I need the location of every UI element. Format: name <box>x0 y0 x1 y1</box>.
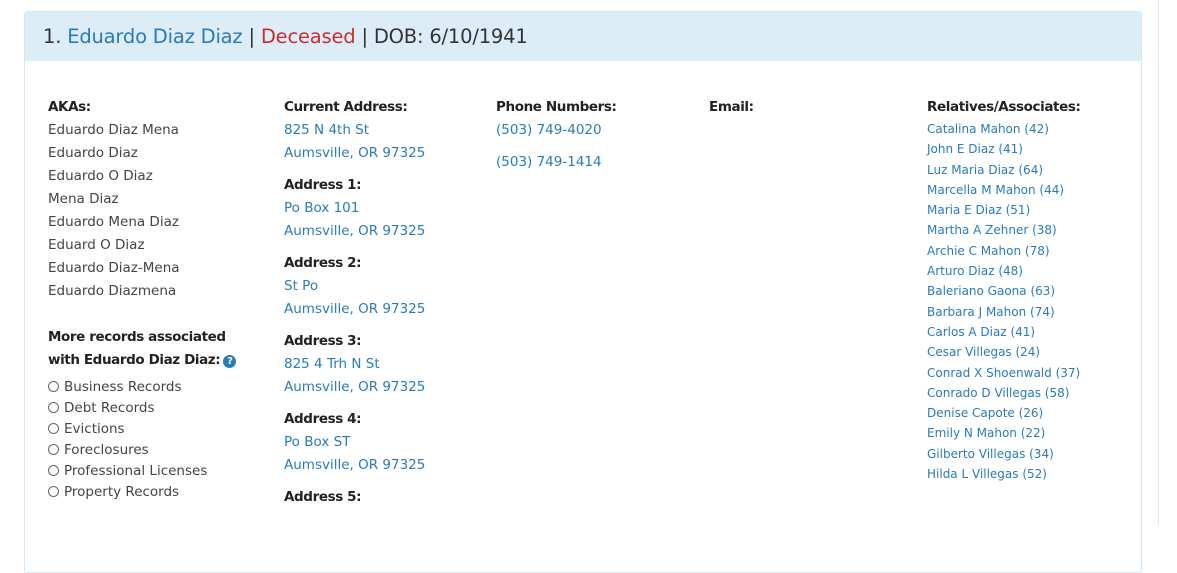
more-records-label: with Eduardo Diaz Diaz:? <box>48 349 248 372</box>
address-city[interactable]: Aumsville, OR 97325 <box>284 298 484 321</box>
address-label: Address 3: <box>284 333 362 349</box>
relative-link[interactable]: Hilda L Villegas (52) <box>927 464 1127 484</box>
page-divider <box>1158 0 1159 525</box>
aka-item: Eduardo Mena Diaz <box>48 214 179 230</box>
record-option-label: Business Records <box>64 379 182 395</box>
record-option-business[interactable]: Business Records <box>48 376 248 399</box>
record-option-label: Foreclosures <box>64 442 149 458</box>
person-name-link[interactable]: Eduardo Diaz Diaz <box>67 25 242 48</box>
radio-icon <box>48 381 59 392</box>
address-label: Address 5: <box>284 489 362 505</box>
relative-link[interactable]: Baleriano Gaona (63) <box>927 281 1127 301</box>
address-city[interactable]: Aumsville, OR 97325 <box>284 142 484 165</box>
addresses-column: Current Address: 825 N 4th St Aumsville,… <box>284 96 484 509</box>
relative-link[interactable]: Denise Capote (26) <box>927 403 1127 423</box>
relative-link[interactable]: Conrad X Shoenwald (37) <box>927 363 1127 383</box>
address-label: Address 4: <box>284 411 362 427</box>
more-records-label: More records associated <box>48 329 226 345</box>
relative-link[interactable]: Arturo Diaz (48) <box>927 261 1127 281</box>
relative-link[interactable]: Carlos A Diaz (41) <box>927 322 1127 342</box>
more-records-label-name: with Eduardo Diaz Diaz: <box>48 352 221 368</box>
phones-column: Phone Numbers: (503) 749-4020 (503) 749-… <box>496 96 676 174</box>
radio-icon <box>48 465 59 476</box>
relatives-column: Relatives/Associates: Catalina Mahon (42… <box>927 96 1127 484</box>
relative-link[interactable]: Catalina Mahon (42) <box>927 119 1127 139</box>
aka-item: Eduardo O Diaz <box>48 168 153 184</box>
address-label: Current Address: <box>284 99 408 115</box>
relative-link[interactable]: Luz Maria Diaz (64) <box>927 160 1127 180</box>
record-option-label: Property Records <box>64 484 180 500</box>
radio-icon <box>48 486 59 497</box>
date-of-birth: DOB: 6/10/1941 <box>373 25 528 48</box>
record-header: 1. Eduardo Diaz Diaz | Deceased | DOB: 6… <box>25 12 1141 61</box>
person-record-card: 1. Eduardo Diaz Diaz | Deceased | DOB: 6… <box>24 11 1142 573</box>
address-label: Address 1: <box>284 177 362 193</box>
relative-link[interactable]: Maria E Diaz (51) <box>927 200 1127 220</box>
record-option-foreclosures[interactable]: Foreclosures <box>48 439 248 462</box>
record-option-professional-licenses[interactable]: Professional Licenses <box>48 460 248 483</box>
relative-link[interactable]: Gilberto Villegas (34) <box>927 444 1127 464</box>
record-number: 1. <box>43 25 62 48</box>
address-line[interactable]: St Po <box>284 275 484 298</box>
record-option-label: Evictions <box>64 421 125 437</box>
record-option-label: Debt Records <box>64 400 155 416</box>
address-line[interactable]: Po Box ST <box>284 431 484 454</box>
aka-item: Eduardo Diaz-Mena <box>48 260 180 276</box>
aka-item: Eduardo Diazmena <box>48 283 177 299</box>
record-option-debt[interactable]: Debt Records <box>48 397 248 420</box>
aka-item: Eduard O Diaz <box>48 237 145 253</box>
address-line[interactable]: 825 N 4th St <box>284 119 484 142</box>
aka-item: Eduardo Diaz Mena <box>48 122 179 138</box>
relative-link[interactable]: Martha A Zehner (38) <box>927 220 1127 240</box>
record-option-property[interactable]: Property Records <box>48 481 248 504</box>
relative-link[interactable]: Cesar Villegas (24) <box>927 342 1127 362</box>
akas-column: AKAs: Eduardo Diaz Mena Eduardo Diaz Edu… <box>48 96 248 504</box>
record-option-label: Professional Licenses <box>64 463 208 479</box>
record-option-evictions[interactable]: Evictions <box>48 418 248 441</box>
relative-link[interactable]: Barbara J Mahon (74) <box>927 302 1127 322</box>
radio-icon <box>48 444 59 455</box>
relative-link[interactable]: Archie C Mahon (78) <box>927 241 1127 261</box>
address-city[interactable]: Aumsville, OR 97325 <box>284 376 484 399</box>
address-city[interactable]: Aumsville, OR 97325 <box>284 454 484 477</box>
address-line[interactable]: 825 4 Trh N St <box>284 353 484 376</box>
phone-number-link[interactable]: (503) 749-1414 <box>496 151 676 174</box>
aka-item: Eduardo Diaz <box>48 145 138 161</box>
radio-icon <box>48 402 59 413</box>
radio-icon <box>48 423 59 434</box>
deceased-status: Deceased <box>260 25 356 48</box>
address-city[interactable]: Aumsville, OR 97325 <box>284 220 484 243</box>
phones-label: Phone Numbers: <box>496 99 617 115</box>
relative-link[interactable]: Conrado D Villegas (58) <box>927 383 1127 403</box>
address-line[interactable]: Po Box 101 <box>284 197 484 220</box>
aka-item: Mena Diaz <box>48 191 119 207</box>
relative-link[interactable]: Marcella M Mahon (44) <box>927 180 1127 200</box>
address-label: Address 2: <box>284 255 362 271</box>
relative-link[interactable]: Emily N Mahon (22) <box>927 423 1127 443</box>
header-separator: | <box>355 25 374 48</box>
akas-label: AKAs: <box>48 99 91 115</box>
help-icon[interactable]: ? <box>223 355 237 368</box>
email-column: Email: <box>709 96 859 119</box>
phone-number-link[interactable]: (503) 749-4020 <box>496 119 676 142</box>
email-label: Email: <box>709 99 754 115</box>
header-separator: | <box>242 25 261 48</box>
relatives-label: Relatives/Associates: <box>927 99 1081 115</box>
relative-link[interactable]: John E Diaz (41) <box>927 139 1127 159</box>
